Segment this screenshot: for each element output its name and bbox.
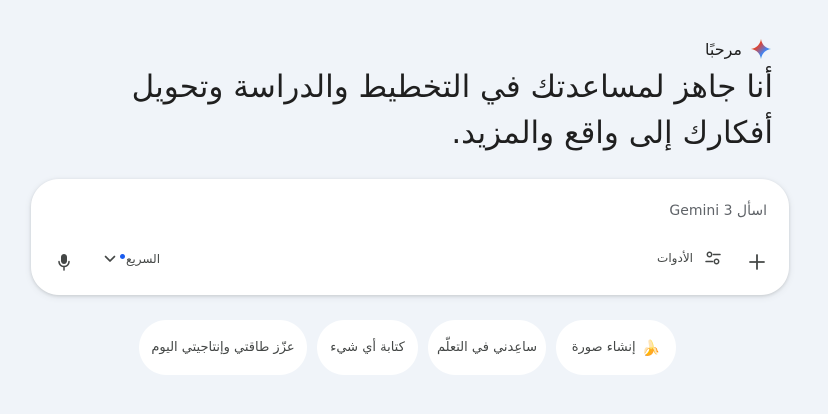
suggestion-chips: عزّز طاقتي وإنتاجيتي اليوم كتابة أي شيء … bbox=[139, 320, 676, 375]
chip-boost-productivity[interactable]: عزّز طاقتي وإنتاجيتي اليوم bbox=[139, 320, 307, 375]
add-button[interactable] bbox=[745, 250, 769, 274]
chevron-down-icon bbox=[104, 255, 116, 262]
greeting-row: مرحبًا bbox=[705, 38, 772, 60]
microphone-icon bbox=[58, 254, 70, 271]
mode-label-text: السريع bbox=[126, 252, 161, 266]
chip-label: ساعِدني في التعلّم bbox=[437, 340, 537, 355]
prompt-input[interactable]: اسأل Gemini 3 bbox=[669, 203, 767, 219]
tools-button[interactable]: الأدوات bbox=[657, 251, 721, 265]
banana-icon: 🍌 bbox=[641, 338, 661, 357]
mode-label: السريع bbox=[120, 252, 161, 266]
page-headline: أنا جاهز لمساعدتك في التخطيط والدراسة وت… bbox=[131, 69, 773, 151]
mode-indicator-dot bbox=[120, 254, 125, 259]
tools-label: الأدوات bbox=[657, 251, 693, 265]
microphone-button[interactable] bbox=[55, 251, 73, 273]
greeting-text: مرحبًا bbox=[705, 39, 742, 59]
chip-create-image[interactable]: 🍌 إنشاء صورة bbox=[556, 320, 676, 375]
chip-write-anything[interactable]: كتابة أي شيء bbox=[317, 320, 418, 375]
chip-label: إنشاء صورة bbox=[571, 340, 636, 355]
tune-icon bbox=[705, 251, 721, 265]
mode-select[interactable]: السريع bbox=[104, 252, 160, 266]
chip-help-me-learn[interactable]: ساعِدني في التعلّم bbox=[428, 320, 546, 375]
plus-icon bbox=[749, 254, 765, 270]
chip-label: كتابة أي شيء bbox=[330, 340, 405, 355]
chip-label: عزّز طاقتي وإنتاجيتي اليوم bbox=[151, 340, 295, 355]
gemini-sparkle-icon bbox=[750, 38, 772, 60]
prompt-card[interactable]: اسأل Gemini 3 الأدوات السريع bbox=[31, 179, 789, 295]
